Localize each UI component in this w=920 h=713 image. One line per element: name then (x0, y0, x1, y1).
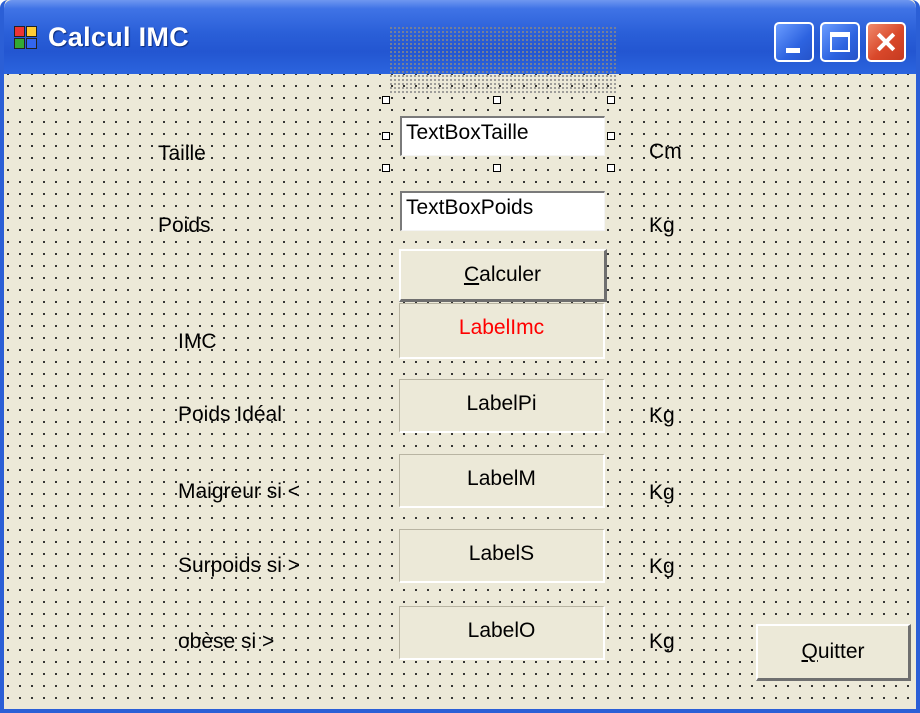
resize-handle[interactable] (607, 132, 615, 140)
maigreur-unit: Kg (649, 481, 675, 504)
maigreur-value-label: LabelM (399, 454, 605, 508)
calculer-button[interactable]: Calculer (399, 249, 607, 302)
poids-ideal-label: Poids Idéal (178, 403, 282, 426)
resize-handle[interactable] (607, 164, 615, 172)
maigreur-label: Maigreur si < (178, 480, 300, 503)
poids-ideal-unit: Kg (649, 404, 675, 427)
taille-label: Taille (158, 142, 206, 165)
minimize-button[interactable] (774, 22, 814, 62)
resize-handle[interactable] (382, 132, 390, 140)
resize-handle[interactable] (382, 164, 390, 172)
imc-label: IMC (178, 330, 217, 353)
poids-label: Poids (158, 214, 211, 237)
obese-value-label: LabelO (399, 606, 605, 660)
surpoids-value-label: LabelS (399, 529, 605, 583)
taille-textbox[interactable]: TextBoxTaille (400, 116, 605, 156)
obese-unit: Kg (649, 630, 675, 653)
maximize-icon (830, 32, 850, 52)
imc-value-text: LabelImc (458, 316, 545, 339)
form-window: Calcul IMC Taille TextBoxTaille Cm Poids… (0, 0, 920, 713)
resize-handle[interactable] (493, 164, 501, 172)
maximize-button[interactable] (820, 22, 860, 62)
imc-value-label: LabelImc (399, 303, 605, 359)
poids-ideal-value-label: LabelPi (399, 379, 605, 433)
resize-handle[interactable] (382, 96, 390, 104)
minimize-icon (786, 48, 800, 53)
calculer-button-label: Calculer (463, 263, 542, 286)
close-button[interactable] (866, 22, 906, 62)
close-icon (868, 24, 904, 60)
window-title: Calcul IMC (48, 22, 190, 52)
form-client-area: Taille TextBoxTaille Cm Poids TextBoxPoi… (4, 26, 916, 709)
resize-handle[interactable] (607, 96, 615, 104)
quitter-button[interactable]: Quitter (756, 624, 911, 681)
taille-unit: Cm (649, 140, 682, 163)
selection-band (389, 26, 617, 94)
surpoids-unit: Kg (649, 555, 675, 578)
app-icon (14, 26, 40, 52)
poids-textbox[interactable]: TextBoxPoids (400, 191, 605, 231)
obese-label: obèse si > (178, 630, 275, 653)
resize-handle[interactable] (493, 96, 501, 104)
quitter-button-label: Quitter (801, 640, 865, 663)
surpoids-label: Surpoids si > (178, 554, 300, 577)
poids-unit: Kg (649, 214, 675, 237)
